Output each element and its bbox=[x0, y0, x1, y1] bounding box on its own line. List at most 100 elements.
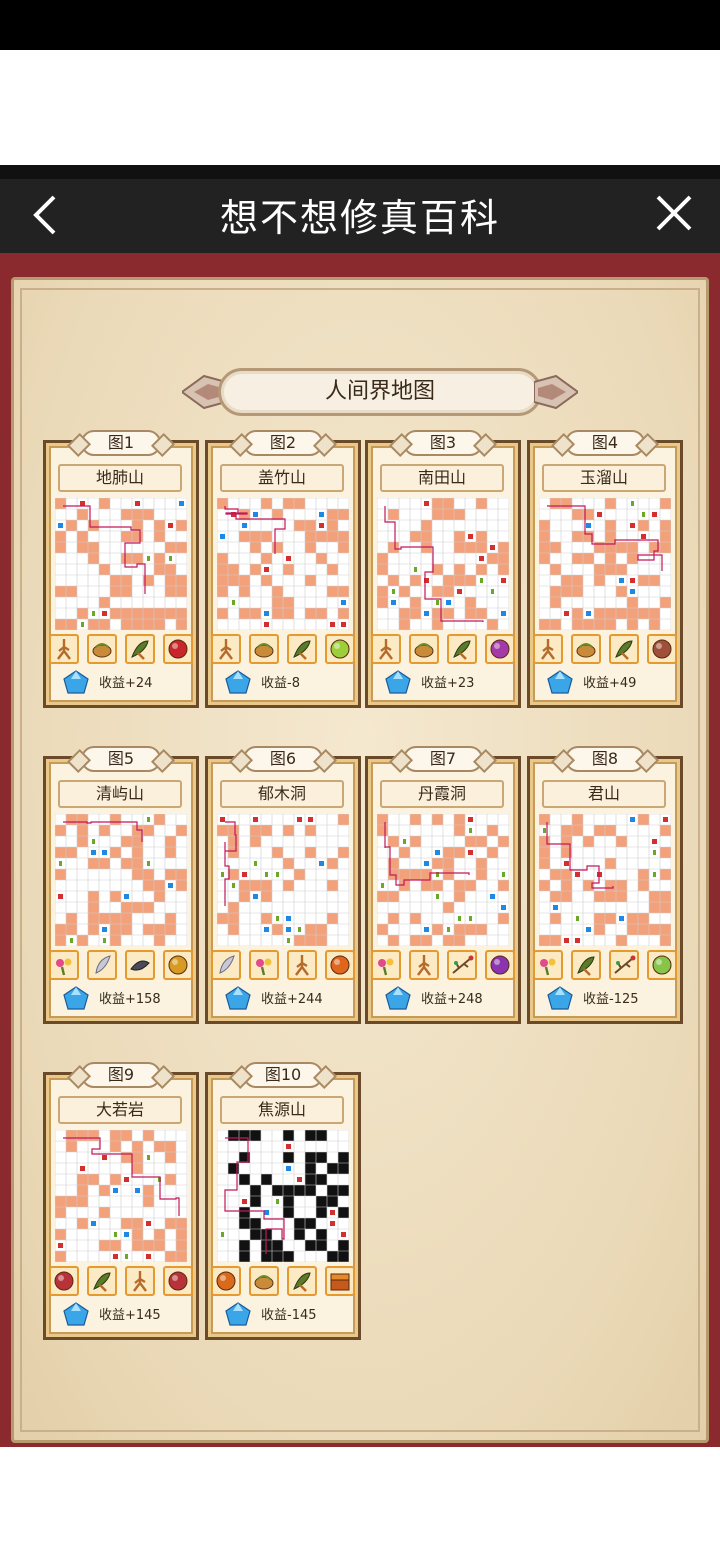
map-card[interactable]: 图9 大若岩收益+145 bbox=[43, 1062, 199, 1340]
parchment-panel: 人间界地图 图1 地肺山 收益+24 图2 盖竹山 收益-8 图3 南田山 收益+23 图4 玉溜山… bbox=[11, 277, 709, 1443]
map-grid-thumbnail bbox=[54, 1129, 188, 1263]
herb-icon[interactable] bbox=[87, 1266, 117, 1296]
branch-icon[interactable] bbox=[447, 950, 477, 980]
reward-items bbox=[211, 634, 355, 664]
chest-icon[interactable] bbox=[325, 1266, 355, 1296]
banner-wing-right-icon bbox=[534, 374, 578, 410]
ginseng-icon[interactable] bbox=[287, 950, 317, 980]
green-orb-icon[interactable] bbox=[647, 950, 677, 980]
reward-items bbox=[533, 634, 677, 664]
herb-icon[interactable] bbox=[447, 634, 477, 664]
herb-icon[interactable] bbox=[287, 634, 317, 664]
map-card[interactable]: 图1 地肺山 收益+24 bbox=[43, 430, 199, 708]
flower-icon[interactable] bbox=[249, 950, 279, 980]
map-grid-thumbnail bbox=[54, 497, 188, 631]
map-number-tag: 图9 bbox=[81, 1062, 161, 1088]
map-name: 盖竹山 bbox=[220, 464, 344, 492]
close-icon[interactable] bbox=[652, 189, 696, 237]
map-card[interactable]: 图8 君山 收益-125 bbox=[527, 746, 683, 1024]
ginseng-icon[interactable] bbox=[409, 950, 439, 980]
map-grid-thumbnail bbox=[376, 813, 510, 947]
flower-icon[interactable] bbox=[533, 950, 563, 980]
reward-items bbox=[371, 634, 515, 664]
map-card[interactable]: 图4 玉溜山 收益+49 bbox=[527, 430, 683, 708]
feather-icon[interactable] bbox=[87, 950, 117, 980]
ginseng-icon[interactable] bbox=[533, 634, 563, 664]
map-name: 玉溜山 bbox=[542, 464, 666, 492]
spirit-stone-icon bbox=[225, 670, 251, 694]
orange-orb-icon[interactable] bbox=[325, 950, 355, 980]
brown-orb-icon[interactable] bbox=[647, 634, 677, 664]
page-title: 想不想修真百科 bbox=[219, 196, 500, 240]
gold-orb-icon[interactable] bbox=[49, 1266, 79, 1296]
branch-icon[interactable] bbox=[609, 950, 639, 980]
red-orb-icon[interactable] bbox=[163, 1266, 193, 1296]
income-value: 收益-8 bbox=[261, 676, 300, 691]
map-number-tag: 图8 bbox=[565, 746, 645, 772]
herb-icon[interactable] bbox=[125, 634, 155, 664]
flower-icon[interactable] bbox=[371, 950, 401, 980]
fruit-icon[interactable] bbox=[571, 634, 601, 664]
spirit-stone-icon bbox=[385, 670, 411, 694]
income-value: 收益-125 bbox=[583, 992, 639, 1007]
herb-icon[interactable] bbox=[609, 634, 639, 664]
fruit-icon[interactable] bbox=[249, 1266, 279, 1296]
feather-icon[interactable] bbox=[211, 950, 241, 980]
income-value: 收益+23 bbox=[421, 676, 475, 691]
herb-icon[interactable] bbox=[287, 1266, 317, 1296]
map-grid-thumbnail bbox=[538, 497, 672, 631]
purple-orb-icon[interactable] bbox=[485, 950, 515, 980]
gold-orb-icon[interactable] bbox=[211, 1266, 241, 1296]
reward-items bbox=[49, 950, 193, 980]
leaf-icon[interactable] bbox=[125, 950, 155, 980]
spirit-stone-icon bbox=[547, 986, 573, 1010]
map-card[interactable]: 图6 郁木洞 收益+244 bbox=[205, 746, 361, 1024]
ginseng-icon[interactable] bbox=[125, 1266, 155, 1296]
herb-icon[interactable] bbox=[571, 950, 601, 980]
spirit-stone-icon bbox=[385, 986, 411, 1010]
blank-area-bottom bbox=[0, 1447, 720, 1560]
income-row: 收益+248 bbox=[385, 984, 505, 1014]
income-value: 收益+158 bbox=[99, 992, 161, 1007]
income-value: 收益+248 bbox=[421, 992, 483, 1007]
map-name: 丹霞洞 bbox=[380, 780, 504, 808]
green-orb-icon[interactable] bbox=[325, 634, 355, 664]
income-row: 收益-145 bbox=[225, 1300, 345, 1330]
section-title: 人间界地图 bbox=[324, 379, 435, 404]
gold-orb-icon[interactable] bbox=[163, 950, 193, 980]
income-value: 收益+24 bbox=[99, 676, 153, 691]
map-card[interactable]: 图2 盖竹山 收益-8 bbox=[205, 430, 361, 708]
map-number-tag: 图4 bbox=[565, 430, 645, 456]
income-value: 收益-145 bbox=[261, 1308, 317, 1323]
map-card[interactable]: 图7 丹霞洞 收益+248 bbox=[365, 746, 521, 1024]
map-grid-thumbnail bbox=[216, 1129, 350, 1263]
income-row: 收益+145 bbox=[63, 1300, 183, 1330]
reward-items bbox=[211, 1266, 355, 1296]
red-orb-icon[interactable] bbox=[163, 634, 193, 664]
income-row: 收益+23 bbox=[385, 668, 505, 698]
map-name: 清屿山 bbox=[58, 780, 182, 808]
map-card[interactable]: 图5 清屿山 收益+158 bbox=[43, 746, 199, 1024]
income-row: 收益-125 bbox=[547, 984, 667, 1014]
map-name: 地肺山 bbox=[58, 464, 182, 492]
wiki-frame: 人间界地图 图1 地肺山 收益+24 图2 盖竹山 收益-8 图3 南田山 收益+23 图4 玉溜山… bbox=[0, 253, 720, 1447]
spirit-stone-icon bbox=[63, 986, 89, 1010]
status-bar bbox=[0, 0, 720, 50]
map-name: 大若岩 bbox=[58, 1096, 182, 1124]
purple-orb-icon[interactable] bbox=[485, 634, 515, 664]
fruit-icon[interactable] bbox=[409, 634, 439, 664]
flower-icon[interactable] bbox=[49, 950, 79, 980]
map-card[interactable]: 图10 焦源山 收益-145 bbox=[205, 1062, 361, 1340]
nav-bar: 想不想修真百科 bbox=[0, 165, 720, 253]
map-number-tag: 图10 bbox=[243, 1062, 323, 1088]
map-card[interactable]: 图3 南田山 收益+23 bbox=[365, 430, 521, 708]
ginseng-icon[interactable] bbox=[211, 634, 241, 664]
reward-items bbox=[211, 950, 355, 980]
ginseng-icon[interactable] bbox=[371, 634, 401, 664]
blank-area bbox=[0, 50, 720, 165]
income-row: 收益+244 bbox=[225, 984, 345, 1014]
income-row: 收益+24 bbox=[63, 668, 183, 698]
ginseng-icon[interactable] bbox=[49, 634, 79, 664]
fruit-icon[interactable] bbox=[249, 634, 279, 664]
fruit-icon[interactable] bbox=[87, 634, 117, 664]
